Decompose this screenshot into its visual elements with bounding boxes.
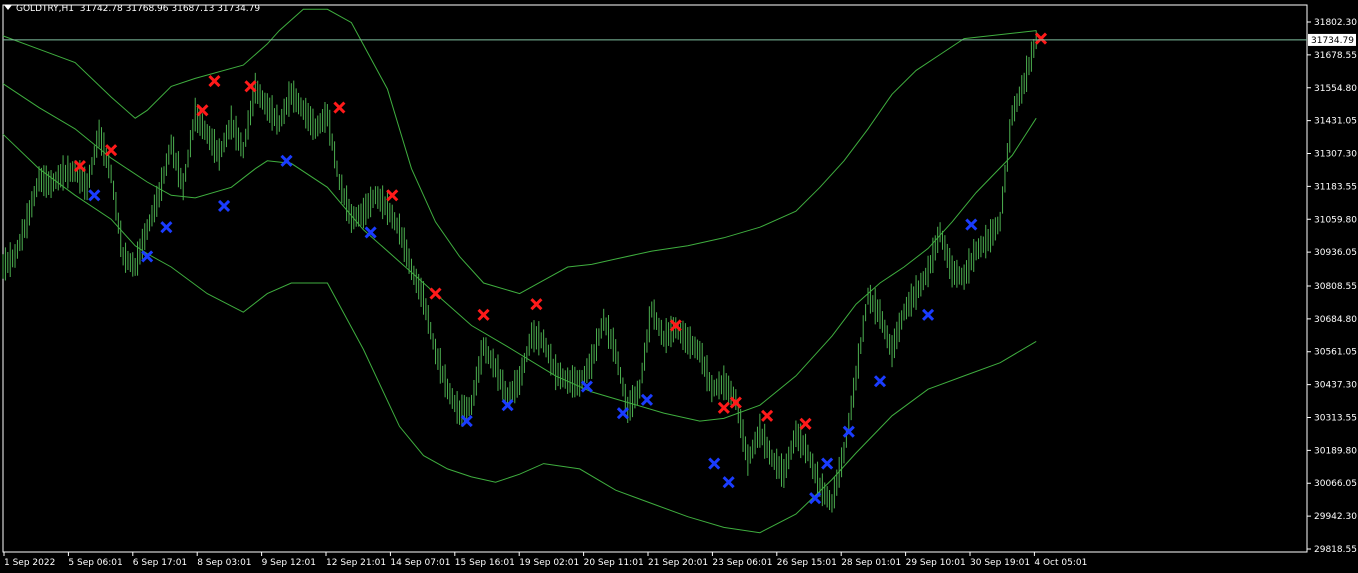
sell-marker (333, 101, 346, 114)
x-tick-label: 19 Sep 02:01 (519, 558, 579, 568)
buy-marker (873, 375, 887, 388)
sell-marker (717, 401, 730, 414)
y-tick-label: 31431.05 (1314, 117, 1357, 127)
dropdown-triangle-icon[interactable] (4, 5, 12, 10)
sell-marker (105, 144, 118, 157)
x-tick-label: 5 Sep 06:01 (68, 558, 122, 568)
current-price-label: 31734.79 (1311, 36, 1354, 46)
x-tick-label: 29 Sep 10:01 (906, 558, 966, 568)
x-tick-label: 12 Sep 21:01 (326, 558, 386, 568)
y-tick-label: 30808.55 (1314, 282, 1357, 292)
sell-marker (477, 308, 490, 321)
sell-marker (244, 80, 257, 93)
x-tick-label: 30 Sep 19:01 (970, 558, 1030, 568)
symbol-header: GOLDTRY,H1 31742.78 31768.96 31687.13 31… (4, 4, 260, 14)
sell-marker (530, 298, 543, 311)
buy-marker (809, 492, 822, 505)
buy-marker (616, 407, 629, 420)
ohlc-values: 31742.78 31768.96 31687.13 31734.79 (79, 4, 261, 14)
buy-marker (965, 218, 978, 231)
bollinger-lower-line (2, 133, 1037, 534)
buy-marker (821, 457, 834, 470)
buy-marker (160, 221, 173, 234)
y-tick-label: 30066.05 (1314, 479, 1357, 489)
buy-marker (141, 250, 154, 263)
x-tick-label: 9 Sep 12:01 (262, 558, 316, 568)
x-tick-label: 21 Sep 20:01 (648, 558, 708, 568)
y-tick-label: 30684.80 (1314, 315, 1357, 325)
y-tick-label: 29942.30 (1314, 512, 1357, 522)
sell-marker (761, 409, 774, 422)
x-tick-label: 28 Sep 01:01 (841, 558, 901, 568)
buy-marker (722, 476, 735, 489)
sell-marker (1034, 32, 1048, 45)
y-tick-label: 31307.30 (1314, 150, 1357, 160)
y-tick-label: 30936.05 (1314, 248, 1357, 258)
price-bars (2, 30, 1037, 513)
y-tick-label: 30189.80 (1314, 446, 1357, 456)
price-chart[interactable]: 31802.30 31678.55 31554.80 31431.05 31307.30… (0, 0, 1358, 573)
y-tick-label: 31802.30 (1314, 18, 1357, 28)
y-tick-label: 31059.80 (1314, 215, 1357, 225)
y-tick-label: 30561.05 (1314, 348, 1357, 358)
bollinger-upper-line (2, 8, 1037, 295)
x-tick-label: 23 Sep 06:01 (712, 558, 772, 568)
y-tick-label: 31183.55 (1314, 182, 1357, 192)
y-tick-label: 30437.30 (1314, 381, 1357, 391)
y-tick-label: 29818.55 (1314, 545, 1357, 555)
x-tick-label: 20 Sep 11:01 (584, 558, 644, 568)
buy-marker (640, 393, 654, 406)
x-tick-label: 1 Sep 2022 (4, 558, 55, 568)
y-tick-label: 30313.55 (1314, 413, 1357, 423)
x-tick-label: 14 Sep 07:01 (390, 558, 450, 568)
buy-marker (280, 154, 293, 167)
sell-marker (208, 74, 221, 88)
chart-area[interactable]: 31802.30 31678.55 31554.80 31431.05 31307.30… (0, 0, 1358, 573)
symbol-label: GOLDTRY,H1 (16, 4, 75, 14)
buy-marker (922, 308, 935, 321)
x-tick-label: 6 Sep 17:01 (133, 558, 187, 568)
x-tick-label: 15 Sep 16:01 (455, 558, 515, 568)
sell-marker (429, 287, 442, 300)
buy-marker (708, 457, 721, 470)
buy-marker (217, 199, 231, 212)
x-tick-label: 8 Sep 03:01 (197, 558, 251, 568)
x-tick-label: 4 Oct 05:01 (1034, 558, 1087, 568)
x-tick-label: 26 Sep 15:01 (777, 558, 837, 568)
sell-marker (386, 189, 399, 202)
buy-marker (88, 189, 101, 202)
chart-frame (2, 4, 1308, 553)
y-tick-label: 31678.55 (1314, 51, 1357, 61)
y-tick-label: 31554.80 (1314, 84, 1357, 94)
sell-marker (799, 417, 812, 430)
